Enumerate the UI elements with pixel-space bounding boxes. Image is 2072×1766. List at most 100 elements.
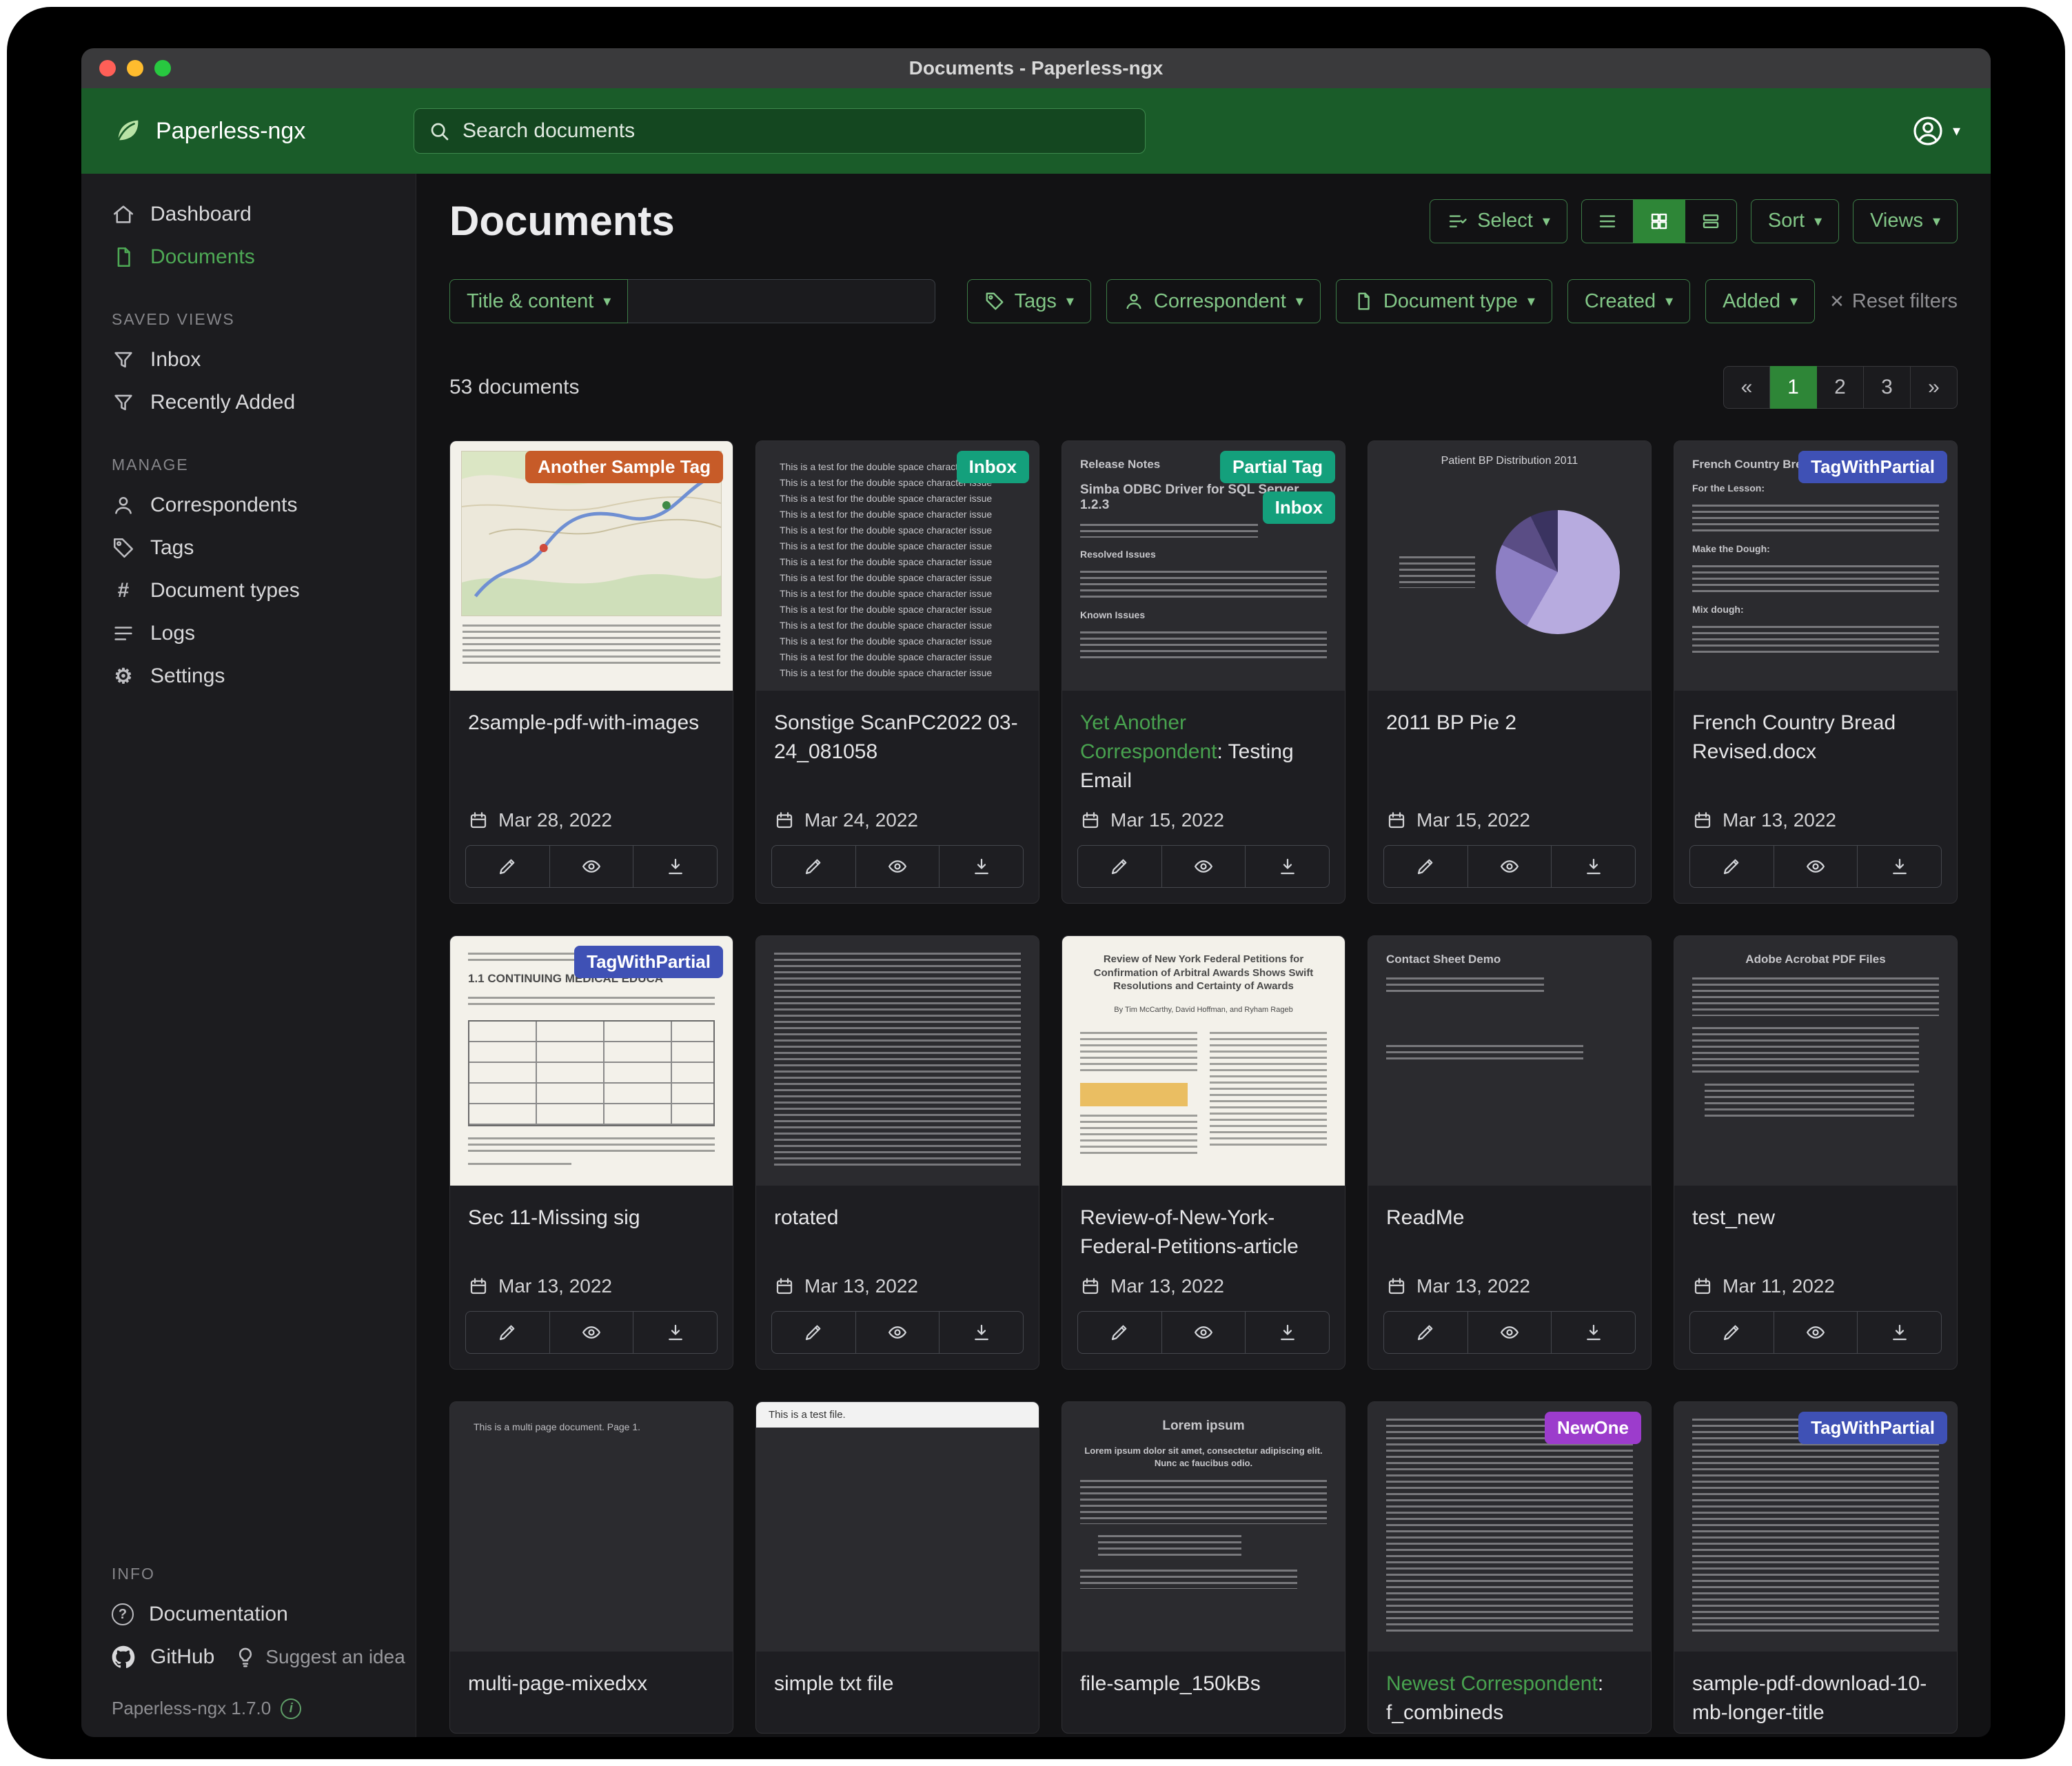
minimize-window-button[interactable] xyxy=(127,60,143,77)
close-window-button[interactable] xyxy=(99,60,116,77)
tags-filter-button[interactable]: Tags ▾ xyxy=(967,279,1091,323)
document-title[interactable]: Sonstige ScanPC2022 03-24_081058 xyxy=(756,691,1039,801)
search-input[interactable] xyxy=(461,119,1131,143)
document-type-filter-button[interactable]: Document type ▾ xyxy=(1336,279,1552,323)
view-button[interactable] xyxy=(1774,845,1858,888)
edit-button[interactable] xyxy=(465,1311,550,1354)
edit-button[interactable] xyxy=(465,845,550,888)
search-box[interactable] xyxy=(414,108,1146,154)
select-button[interactable]: Select ▾ xyxy=(1430,199,1567,243)
document-thumbnail[interactable]: 1.1 CONTINUING MEDICAL EDUCATagWithParti… xyxy=(450,936,733,1186)
views-button[interactable]: Views ▾ xyxy=(1853,199,1958,243)
document-title[interactable]: simple txt file xyxy=(756,1652,1039,1733)
document-card[interactable]: rotatedMar 13, 2022 xyxy=(755,935,1039,1370)
document-card[interactable]: Contact Sheet DemoReadMeMar 13, 2022 xyxy=(1368,935,1652,1370)
document-thumbnail[interactable]: This is a test file. xyxy=(756,1402,1039,1652)
document-title[interactable]: sample-pdf-download-10-mb-longer-title xyxy=(1674,1652,1957,1733)
view-button[interactable] xyxy=(550,1311,634,1354)
document-title[interactable]: multi-page-mixedxx xyxy=(450,1652,733,1733)
edit-button[interactable] xyxy=(1383,1311,1468,1354)
view-button[interactable] xyxy=(550,845,634,888)
document-thumbnail[interactable]: Review of New York Federal Petitions for… xyxy=(1062,936,1345,1186)
sidebar-item-document-types[interactable]: # Document types xyxy=(81,569,416,612)
correspondent-filter-button[interactable]: Correspondent ▾ xyxy=(1106,279,1321,323)
zoom-window-button[interactable] xyxy=(154,60,171,77)
edit-button[interactable] xyxy=(771,1311,856,1354)
document-correspondent[interactable]: Newest Correspondent xyxy=(1386,1672,1598,1695)
document-thumbnail[interactable]: This is a multi page document. Page 1. xyxy=(450,1402,733,1652)
document-title[interactable]: file-sample_150kBs xyxy=(1062,1652,1345,1733)
edit-button[interactable] xyxy=(1383,845,1468,888)
view-list-button[interactable] xyxy=(1581,199,1634,243)
document-thumbnail[interactable]: This is a test for the double space char… xyxy=(756,441,1039,691)
document-title[interactable]: French Country Bread Revised.docx xyxy=(1674,691,1957,801)
info-icon[interactable]: i xyxy=(281,1698,301,1719)
edit-button[interactable] xyxy=(1689,845,1774,888)
sidebar-item-github[interactable]: GitHub xyxy=(81,1636,214,1678)
tag-badge[interactable]: Inbox xyxy=(1263,491,1335,524)
document-title[interactable]: 2sample-pdf-with-images xyxy=(450,691,733,801)
sidebar-item-logs[interactable]: Logs xyxy=(81,612,416,655)
tag-badge[interactable]: Partial Tag xyxy=(1220,451,1335,483)
added-filter-button[interactable]: Added ▾ xyxy=(1705,279,1815,323)
view-button[interactable] xyxy=(856,1311,940,1354)
document-title[interactable]: Yet Another Correspondent: Testing Email xyxy=(1062,691,1345,801)
document-title[interactable]: ReadMe xyxy=(1368,1186,1651,1267)
document-thumbnail[interactable]: Another Sample Tag xyxy=(450,441,733,691)
document-thumbnail[interactable]: Adobe Acrobat PDF Files xyxy=(1674,936,1957,1186)
tag-badge[interactable]: Another Sample Tag xyxy=(525,451,723,483)
pagination-prev[interactable]: « xyxy=(1723,366,1770,409)
tag-badge[interactable]: TagWithPartial xyxy=(574,946,723,978)
download-button[interactable] xyxy=(633,1311,718,1354)
tag-badge[interactable]: TagWithPartial xyxy=(1798,451,1947,483)
download-button[interactable] xyxy=(633,845,718,888)
sidebar-item-dashboard[interactable]: Dashboard xyxy=(81,193,416,236)
download-button[interactable] xyxy=(1246,845,1330,888)
edit-button[interactable] xyxy=(1077,1311,1162,1354)
view-button[interactable] xyxy=(1162,1311,1246,1354)
document-card[interactable]: This is a test for the double space char… xyxy=(755,440,1039,904)
edit-button[interactable] xyxy=(771,845,856,888)
view-grid-button[interactable] xyxy=(1634,199,1685,243)
filter-text-input[interactable] xyxy=(628,279,935,323)
view-details-button[interactable] xyxy=(1685,199,1737,243)
document-card[interactable]: Patient BP Distribution 20112011 BP Pie … xyxy=(1368,440,1652,904)
app-brand[interactable]: Paperless-ngx xyxy=(112,115,414,147)
sidebar-item-suggest-idea[interactable]: Suggest an idea xyxy=(214,1636,405,1678)
sidebar-item-recently-added[interactable]: Recently Added xyxy=(81,381,416,424)
download-button[interactable] xyxy=(1858,845,1942,888)
pagination-next[interactable]: » xyxy=(1911,366,1958,409)
view-button[interactable] xyxy=(1468,1311,1552,1354)
document-card[interactable]: Review of New York Federal Petitions for… xyxy=(1062,935,1345,1370)
document-card[interactable]: Lorem ipsumLorem ipsum dolor sit amet, c… xyxy=(1062,1401,1345,1734)
sidebar-item-inbox[interactable]: Inbox xyxy=(81,338,416,381)
sort-button[interactable]: Sort ▾ xyxy=(1751,199,1839,243)
sidebar-item-correspondents[interactable]: Correspondents xyxy=(81,484,416,527)
view-button[interactable] xyxy=(1468,845,1552,888)
document-card[interactable]: Another Sample Tag 2sample-pdf-with-image… xyxy=(449,440,733,904)
document-thumbnail[interactable]: Release NotesSimba ODBC Driver for SQL S… xyxy=(1062,441,1345,691)
view-button[interactable] xyxy=(856,845,940,888)
document-thumbnail[interactable]: Contact Sheet Demo xyxy=(1368,936,1651,1186)
pagination-page-2[interactable]: 2 xyxy=(1817,366,1864,409)
document-thumbnail[interactable]: French Country BreadFor the Lesson:Make … xyxy=(1674,441,1957,691)
document-title[interactable]: Newest Correspondent: f_combineds xyxy=(1368,1652,1651,1733)
edit-button[interactable] xyxy=(1689,1311,1774,1354)
document-card[interactable]: NewOneNewest Correspondent: f_combineds xyxy=(1368,1401,1652,1734)
title-content-filter-button[interactable]: Title & content ▾ xyxy=(449,279,628,323)
download-button[interactable] xyxy=(1246,1311,1330,1354)
document-card[interactable]: Adobe Acrobat PDF Filestest_newMar 11, 2… xyxy=(1674,935,1958,1370)
user-menu[interactable]: ▾ xyxy=(1911,114,1960,148)
view-button[interactable] xyxy=(1774,1311,1858,1354)
document-card[interactable]: French Country BreadFor the Lesson:Make … xyxy=(1674,440,1958,904)
pagination-page-3[interactable]: 3 xyxy=(1864,366,1911,409)
document-title[interactable]: test_new xyxy=(1674,1186,1957,1267)
document-title[interactable]: rotated xyxy=(756,1186,1039,1267)
document-title[interactable]: Sec 11-Missing sig xyxy=(450,1186,733,1267)
document-thumbnail[interactable]: TagWithPartial xyxy=(1674,1402,1957,1652)
sidebar-item-documentation[interactable]: ? Documentation xyxy=(81,1593,416,1636)
document-thumbnail[interactable]: NewOne xyxy=(1368,1402,1651,1652)
document-thumbnail[interactable]: Patient BP Distribution 2011 xyxy=(1368,441,1651,691)
tag-badge[interactable]: Inbox xyxy=(957,451,1029,483)
document-card[interactable]: 1.1 CONTINUING MEDICAL EDUCATagWithParti… xyxy=(449,935,733,1370)
